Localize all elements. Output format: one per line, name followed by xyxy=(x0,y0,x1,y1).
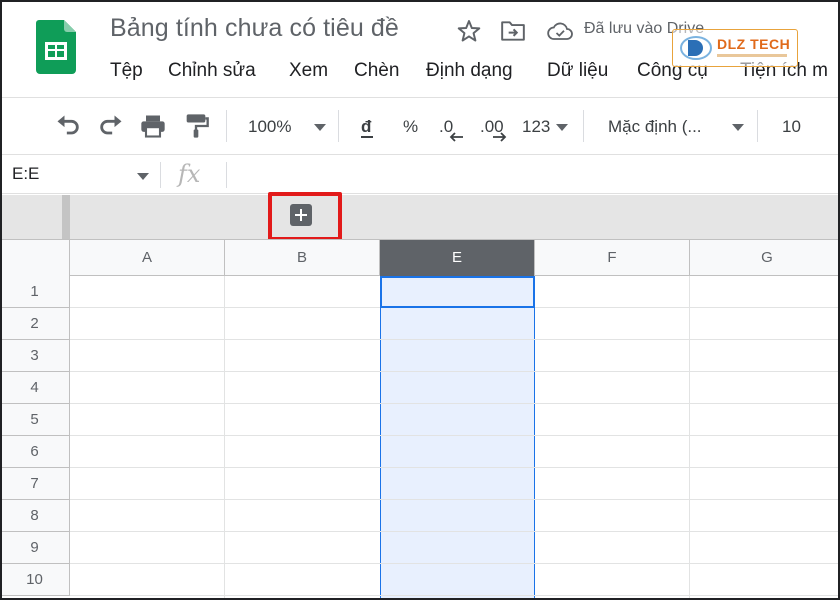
zoom-caret-icon[interactable] xyxy=(314,124,326,131)
move-to-folder-icon[interactable] xyxy=(500,19,526,43)
percent-format-button[interactable]: % xyxy=(403,117,418,137)
font-select[interactable]: Mặc định (... xyxy=(608,117,702,137)
grid-line xyxy=(70,371,840,372)
menu-edit[interactable]: Chỉnh sửa xyxy=(168,60,256,82)
name-box-caret-icon[interactable] xyxy=(137,173,149,180)
row-header[interactable]: 5 xyxy=(0,404,70,436)
grid-line xyxy=(70,435,840,436)
grid-line xyxy=(70,467,840,468)
document-title[interactable]: Bảng tính chưa có tiêu đề xyxy=(110,14,399,43)
watermark-mark-icon xyxy=(680,36,712,60)
grid-line xyxy=(70,339,840,340)
formula-input[interactable] xyxy=(232,160,832,190)
undo-icon[interactable] xyxy=(54,112,82,140)
menu-insert[interactable]: Chèn xyxy=(354,60,399,82)
grid-line xyxy=(70,531,840,532)
row-header[interactable]: 7 xyxy=(0,468,70,500)
redo-icon[interactable] xyxy=(97,112,125,140)
grid-line xyxy=(70,499,840,500)
currency-format-button[interactable]: đ xyxy=(361,117,371,137)
currency-underline xyxy=(361,136,373,138)
font-size-input[interactable]: 10 xyxy=(782,117,801,137)
selected-column-e[interactable] xyxy=(380,276,535,600)
toolbar-separator xyxy=(583,110,584,142)
watermark-text: DLZ TECH xyxy=(717,36,791,52)
paint-format-icon[interactable] xyxy=(182,112,210,140)
column-header-row: A B E F G xyxy=(0,239,840,276)
menu-file[interactable]: Tệp xyxy=(110,60,143,82)
grid-line xyxy=(224,276,225,600)
column-group-band xyxy=(0,195,840,239)
row-header[interactable]: 6 xyxy=(0,436,70,468)
column-header-f[interactable]: F xyxy=(535,240,690,276)
row-header[interactable]: 8 xyxy=(0,500,70,532)
google-sheets-logo-icon[interactable] xyxy=(36,20,76,74)
toolbar-separator xyxy=(757,110,758,142)
zoom-select[interactable]: 100% xyxy=(248,117,291,137)
column-header-e[interactable]: E xyxy=(380,240,535,276)
star-icon[interactable] xyxy=(456,18,482,44)
active-cell-e1[interactable] xyxy=(380,276,535,308)
menu-data[interactable]: Dữ liệu xyxy=(547,60,608,82)
toolbar-separator xyxy=(226,110,227,142)
print-icon[interactable] xyxy=(139,112,167,140)
row-header[interactable]: 4 xyxy=(0,372,70,404)
column-header-a[interactable]: A xyxy=(70,240,225,276)
arrow-right-icon xyxy=(493,132,507,142)
row-header[interactable]: 3 xyxy=(0,340,70,372)
menu-view[interactable]: Xem xyxy=(289,60,328,82)
menu-format[interactable]: Định dạng xyxy=(426,60,513,82)
row-header[interactable]: 2 xyxy=(0,308,70,340)
annotation-highlight-box xyxy=(268,192,342,241)
font-caret-icon[interactable] xyxy=(732,124,744,131)
row-header[interactable]: 9 xyxy=(0,532,70,564)
formula-separator xyxy=(226,162,227,188)
toolbar-separator xyxy=(338,110,339,142)
grid-line xyxy=(689,276,690,600)
watermark-logo: DLZ TECH xyxy=(672,29,798,67)
cloud-saved-icon[interactable] xyxy=(547,21,573,41)
name-box[interactable]: E:E xyxy=(12,164,39,184)
grid-line xyxy=(70,595,840,596)
select-all-corner[interactable] xyxy=(0,240,70,276)
column-header-g[interactable]: G xyxy=(690,240,840,276)
arrow-left-icon xyxy=(449,132,463,142)
row-header[interactable]: 10 xyxy=(0,564,70,596)
app-header: Bảng tính chưa có tiêu đề Đã lưu vào Dri… xyxy=(0,0,840,96)
grid-line xyxy=(70,403,840,404)
cell-grid[interactable] xyxy=(70,276,840,600)
more-formats-button[interactable]: 123 xyxy=(522,117,550,137)
fx-icon: fx xyxy=(178,160,201,188)
formula-bar: E:E fx xyxy=(0,156,840,194)
more-formats-caret-icon[interactable] xyxy=(556,124,568,131)
column-header-b[interactable]: B xyxy=(225,240,380,276)
grid-line xyxy=(70,563,840,564)
formula-separator xyxy=(160,162,161,188)
watermark-tagline-bar xyxy=(717,54,787,57)
row-header[interactable]: 1 xyxy=(0,276,70,308)
toolbar: 100% đ % .0 .00 123 Mặc định (... 10 xyxy=(0,97,840,155)
